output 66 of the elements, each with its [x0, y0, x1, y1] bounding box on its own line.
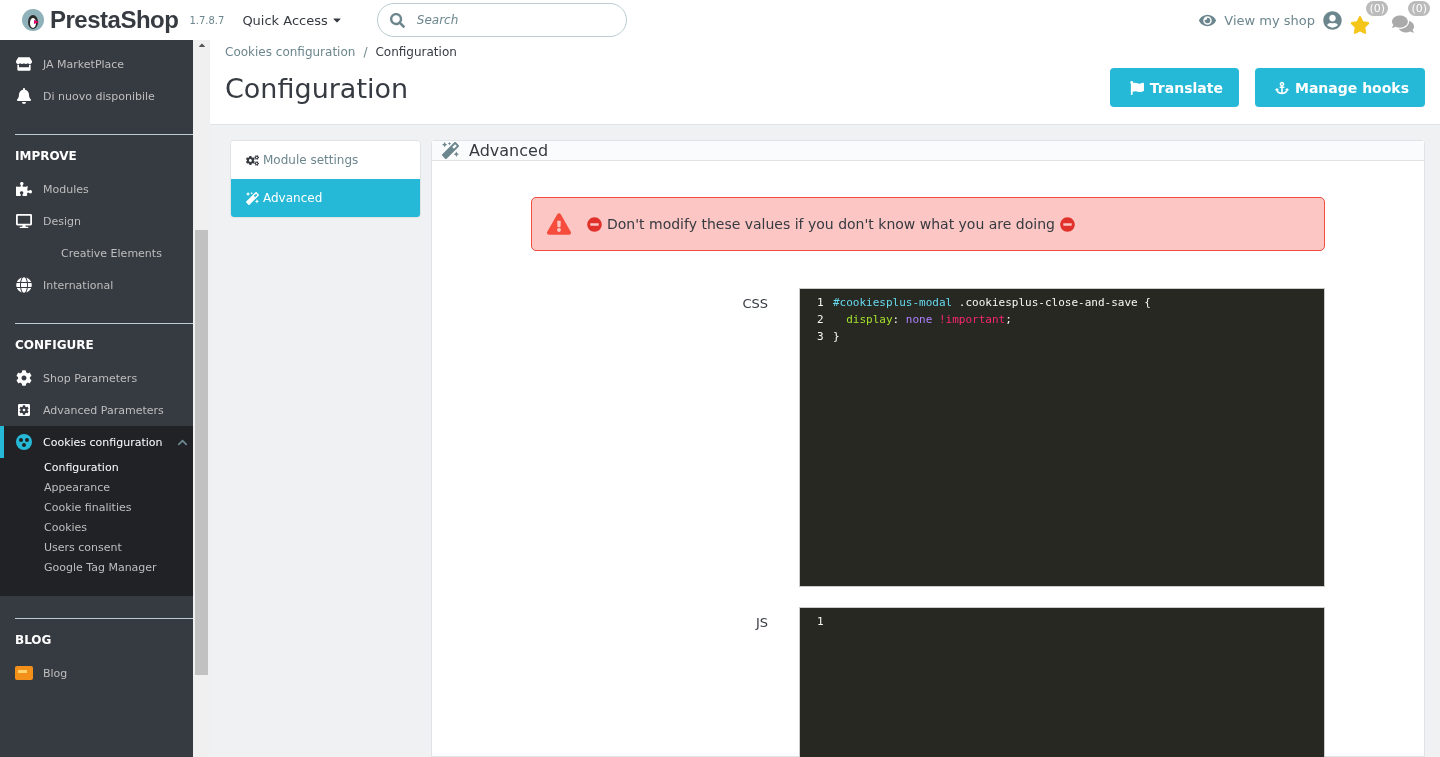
star-icon[interactable]	[1350, 15, 1370, 35]
section-title: IMPROVE	[15, 148, 78, 165]
sidebar-item[interactable]: International	[15, 269, 193, 301]
active-marker	[0, 426, 4, 458]
search-input[interactable]: Search	[414, 12, 605, 28]
magic-wand-icon	[442, 142, 459, 159]
quick-access-menu[interactable]: Quick Access	[242, 12, 343, 28]
sidebar-item[interactable]: Modules	[15, 173, 193, 205]
panel-title: Advanced	[469, 141, 549, 160]
version-label: 1.7.8.7	[189, 14, 225, 26]
bell-icon	[16, 88, 32, 104]
submenu-item[interactable]: Configuration	[15, 458, 193, 478]
globe-icon	[16, 277, 32, 293]
breadcrumb-link[interactable]: Configuration	[375, 45, 457, 59]
field-label: JS	[755, 615, 768, 630]
monitor-icon	[16, 213, 32, 229]
sidebar-item[interactable]: Design	[15, 205, 193, 237]
submenu-item[interactable]: Appearance	[15, 478, 193, 498]
settings-icon	[16, 402, 32, 418]
anchor-icon	[1274, 80, 1289, 95]
sidebar-item[interactable]: Di nuovo disponibile	[0, 80, 193, 112]
alert-text: Don't modify these values if you don't know what you are doing	[607, 216, 1055, 232]
line-number: 3	[817, 329, 825, 345]
sidebar-item[interactable]: Blog	[15, 657, 193, 689]
settings-icon	[16, 370, 32, 386]
page-title: Configuration	[225, 73, 410, 104]
submenu-item[interactable]: Users consent	[15, 538, 193, 558]
sidebar-item[interactable]: JA MarketPlace	[0, 48, 193, 80]
line-number: 2	[817, 312, 825, 328]
flag-icon	[1129, 80, 1144, 95]
code-line: }	[833, 329, 840, 345]
magic-wand-icon	[246, 191, 259, 205]
count-badge: (0)	[1366, 1, 1388, 16]
logo-icon	[22, 9, 44, 31]
no-entry-icon	[587, 216, 602, 232]
code-line: display: none !important;	[845, 312, 1012, 328]
submenu-item[interactable]: Cookie finalities	[15, 498, 193, 518]
code-editor[interactable]: 1	[799, 607, 1325, 757]
search-icon	[389, 12, 405, 28]
sidebar-item[interactable]: Shop Parameters	[15, 362, 193, 394]
comments-icon[interactable]	[1392, 13, 1414, 35]
gears-icon	[246, 153, 259, 167]
breadcrumb-separator: /	[363, 45, 368, 59]
sidebar-item[interactable]: Advanced Parameters	[15, 394, 193, 426]
logo-text: PrestaShop	[50, 6, 179, 34]
field-label: CSS	[742, 296, 768, 311]
submenu-item[interactable]: Google Tag Manager	[15, 558, 193, 578]
no-entry-icon	[1059, 216, 1075, 232]
store-icon	[16, 56, 32, 72]
count-badge: (0)	[1408, 1, 1430, 16]
section-title: CONFIGURE	[15, 337, 95, 354]
line-number: 1	[817, 295, 825, 311]
section-title: BLOG	[15, 632, 53, 649]
view-shop-link[interactable]: View my shop	[1199, 11, 1315, 29]
puzzle-icon	[16, 181, 32, 197]
code-editor[interactable]: 1 #cookiesplus-modal .cookiesplus-close-and-save { 2 display: none !important; 3 }	[799, 288, 1325, 587]
sidebar-item[interactable]: Cookies configuration	[15, 426, 193, 458]
line-number: 1	[817, 614, 825, 630]
warning-icon	[547, 212, 571, 236]
blog-icon	[15, 665, 33, 681]
code-line: #cookiesplus-modal .cookiesplus-close-and-save {	[833, 295, 1151, 311]
sidebar-item[interactable]: Creative Elements	[15, 237, 193, 269]
breadcrumb-link[interactable]: Cookies configuration	[225, 45, 356, 59]
submenu-item[interactable]: Cookies	[15, 518, 193, 538]
user-icon[interactable]	[1323, 10, 1342, 30]
cookie-icon	[15, 433, 33, 451]
